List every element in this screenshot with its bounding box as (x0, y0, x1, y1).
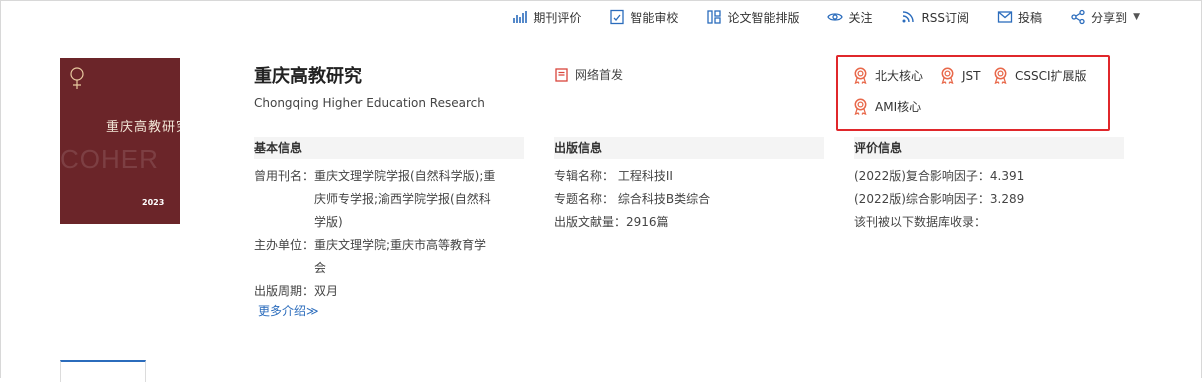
document-icon (555, 67, 568, 82)
badge-label: AMI核心 (875, 100, 922, 114)
network-first-label: 网络首发 (575, 68, 624, 82)
document-check-icon (610, 9, 625, 25)
badge-label: CSSCI扩展版 (1015, 69, 1087, 83)
award-icon (994, 67, 1007, 84)
submit-manuscript-button[interactable]: 投稿 (997, 0, 1042, 34)
album-name-value: 工程科技II (617, 169, 673, 183)
smart-review-label: 智能审校 (630, 10, 679, 25)
award-icon (941, 67, 954, 84)
journal-logo-icon (70, 67, 84, 89)
publication-count: 出版文献量：2916篇 (554, 211, 669, 234)
mail-icon (997, 11, 1013, 23)
badge-label: 北大核心 (875, 69, 924, 83)
rss-icon (902, 11, 915, 23)
basic-info-heading: 基本信息 (254, 137, 524, 159)
badge-ami-core: AMI核心 (853, 98, 921, 115)
eye-icon (827, 13, 844, 21)
rss-subscribe-button[interactable]: RSS订阅 (900, 0, 969, 34)
smart-review-button[interactable]: 智能审校 (609, 0, 678, 34)
badge-jst: JST (940, 67, 981, 84)
publication-count-label: 出版文献量： (554, 215, 627, 229)
publish-info-heading: 出版信息 (554, 137, 824, 159)
journal-title: 重庆高教研究 (254, 66, 362, 87)
sponsor-line-2: 会 (314, 261, 327, 275)
cover-title: 重庆高教研究 (106, 120, 180, 135)
album-name-label: 专辑名称： (554, 169, 615, 183)
chevron-down-icon: ▼ (1133, 12, 1140, 22)
journal-evaluation-button[interactable]: 期刊评价 (512, 0, 581, 34)
journal-evaluation-label: 期刊评价 (533, 10, 582, 25)
smart-layout-button[interactable]: 论文智能排版 (706, 0, 799, 34)
album-name: 专辑名称： 工程科技II (554, 165, 673, 188)
topic-name-label: 专题名称： (554, 192, 615, 206)
former-name-line-2: 庆师专学报;渝西学院学报(自然科 (314, 192, 491, 206)
layout-icon (707, 10, 722, 24)
former-name-line-3: 学版) (314, 215, 343, 229)
composite-impact-factor: (2022版)复合影响因子：4.391 (854, 169, 1025, 183)
smart-layout-label: 论文智能排版 (727, 10, 800, 25)
period-value: 双月 (314, 284, 339, 298)
sponsor-line-1: 重庆文理学院;重庆市高等教育学 (314, 238, 487, 252)
publication-count-value: 2916篇 (626, 215, 669, 229)
former-name-line-1: 重庆文理学院学报(自然科学版);重 (314, 169, 496, 183)
indexed-databases-label: 该刊被以下数据库收录： (854, 215, 987, 229)
share-button[interactable]: 分享到 ▼ (1070, 0, 1140, 34)
cover-en-text: COHER (60, 144, 159, 174)
toolbar: 期刊评价 智能审校 论文智能排版 关注 RSS订阅 投稿 分享到 ▼ (484, 0, 1140, 34)
rss-subscribe-label: RSS订阅 (921, 10, 970, 25)
cover-year: 2023 (142, 198, 165, 207)
share-icon (1071, 9, 1085, 25)
comprehensive-impact-factor: (2022版)综合影响因子：3.289 (854, 192, 1025, 206)
topic-name: 专题名称： 综合科技B类综合 (554, 188, 710, 211)
award-icon (854, 98, 867, 115)
bar-chart-icon (513, 11, 528, 23)
share-label: 分享到 (1091, 10, 1128, 25)
submit-manuscript-label: 投稿 (1018, 10, 1043, 25)
sponsor-label: 主办单位： (254, 238, 315, 252)
badge-label: JST (962, 68, 981, 83)
badge-pku-core: 北大核心 (853, 67, 923, 84)
follow-button[interactable]: 关注 (827, 0, 872, 34)
journal-cover-image: 重庆高教研究 COHER 2023 (60, 58, 180, 224)
topic-name-value: 综合科技B类综合 (617, 192, 711, 206)
former-name-label: 曾用刊名： (254, 169, 315, 183)
award-icon (854, 67, 867, 84)
badge-cssci-extended: CSSCI扩展版 (993, 67, 1087, 84)
journal-title-en: Chongqing Higher Education Research (254, 96, 485, 110)
period-label: 出版周期： (254, 284, 315, 298)
follow-label: 关注 (848, 10, 873, 25)
evaluation-info-heading: 评价信息 (854, 137, 1124, 159)
network-first-tag: 网络首发 (555, 66, 623, 83)
core-index-badges: 北大核心 JST CSSCI扩展版 AMI核心 (836, 55, 1110, 131)
more-intro-link[interactable]: 更多介绍≫ (258, 302, 319, 319)
